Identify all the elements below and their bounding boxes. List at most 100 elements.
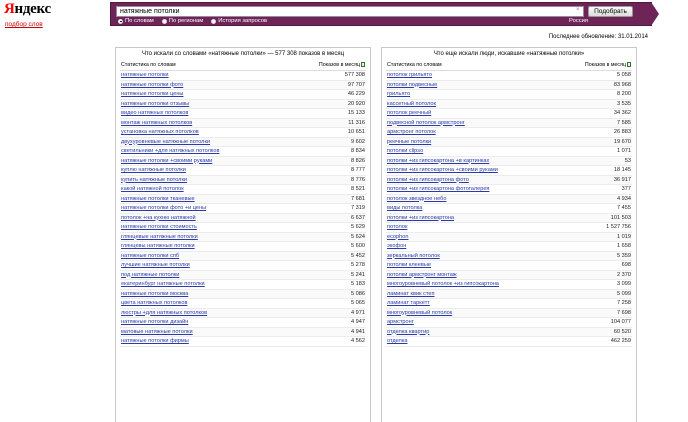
export-icon[interactable] — [627, 62, 631, 67]
keyword-link[interactable]: зеркальный потолок — [387, 252, 440, 261]
keyword-link[interactable]: натяжные потолки тканевые — [121, 195, 195, 204]
radio-by-words[interactable]: По словам — [118, 18, 154, 24]
keyword-link[interactable]: натяжные потолки цены — [121, 90, 183, 99]
keyword-link[interactable]: двухуровневые натяжные потолки — [121, 138, 210, 147]
keyword-link[interactable]: отделка — [387, 337, 408, 346]
keyword-link[interactable]: куплю натяжные потолки — [121, 166, 186, 175]
keyword-link[interactable]: армстронг потолок — [387, 128, 436, 137]
impressions-count: 5 452 — [351, 252, 365, 259]
keyword-link[interactable]: видео натяжных потолков — [121, 109, 188, 118]
panel-title: Что искали со словами «натяжные потолки»… — [141, 51, 345, 57]
keyword-link[interactable]: натяжные потолки отзывы — [121, 100, 189, 109]
keyword-link[interactable]: натяжные потолки +своими руками — [121, 157, 212, 166]
impressions-count: 7 698 — [617, 309, 631, 316]
keyword-link[interactable]: потолки +из гипсокартона — [387, 214, 454, 223]
keyword-link[interactable]: многоуровневый потолок +из гипсокартона — [387, 280, 499, 289]
table-row: потолок звездное небо 4 934 — [386, 194, 632, 204]
search-input[interactable]: натяжные потолки — [116, 6, 584, 17]
service-name-link[interactable]: подбор слов — [5, 21, 43, 28]
table-row: лучшие натяжные потолки 5 278 — [120, 261, 366, 271]
table-row: натяжные потолки москва 5 086 — [120, 289, 366, 299]
impressions-count: 8 776 — [351, 176, 365, 183]
keyword-link[interactable]: лучшие натяжные потолки — [121, 261, 190, 270]
keyword-link[interactable]: виды потолка — [387, 204, 422, 213]
keyword-link[interactable]: глянцевы натяжные потолки — [121, 242, 195, 251]
keyword-link[interactable]: потолки +из гипсокартона фото — [387, 176, 469, 185]
radio-by-regions[interactable]: По регионам — [161, 18, 203, 24]
keyword-link[interactable]: натяжные потолки — [121, 71, 169, 80]
keyword-link[interactable]: матовые натяжные потолки — [121, 328, 193, 337]
keyword-link[interactable]: реечные потолки — [387, 138, 431, 147]
keyword-link[interactable]: натяжные потолки спб — [121, 252, 179, 261]
keyword-link[interactable]: натяжные потолки фирмы — [121, 337, 189, 346]
keyword-link[interactable]: потолки клеевые — [387, 261, 431, 270]
keyword-link[interactable]: подвесной потолок армстронг — [387, 119, 465, 128]
table-row: армстронг 104 077 — [386, 318, 632, 328]
impressions-count: 1 071 — [617, 148, 631, 154]
keyword-link[interactable]: экофон — [387, 242, 406, 251]
keyword-link[interactable]: натяжные потолки фото — [121, 81, 183, 90]
keyword-link[interactable]: многоуровневый потолок — [387, 309, 452, 318]
submit-button[interactable]: Подобрать — [588, 6, 633, 17]
radio-checked-icon[interactable] — [118, 18, 123, 24]
keyword-link[interactable]: потолок реечный — [387, 109, 431, 118]
table-row: натяжные потолки цены 46 229 — [120, 90, 366, 100]
keyword-link[interactable]: монтаж натяжных потолков — [121, 119, 192, 128]
table-row: потолки +из гипсокартона +в картинках 53 — [386, 156, 632, 166]
keyword-link[interactable]: ламинат квик степ — [387, 290, 435, 299]
keyword-link[interactable]: ecophon — [387, 233, 408, 242]
keyword-link[interactable]: натяжные потолки москва — [121, 290, 188, 299]
export-icon[interactable] — [361, 62, 365, 67]
table-row: натяжные потолки +своими руками 8 826 — [120, 156, 366, 166]
keyword-link[interactable]: кассетный потолок — [387, 100, 436, 109]
table-row: натяжные потолки 577 308 — [120, 71, 366, 81]
keyword-link[interactable]: потолки +из гипсокартона фотогалерея — [387, 185, 489, 194]
keyword-link[interactable]: потолки армстронг монтаж — [387, 271, 457, 280]
keyword-link[interactable]: ламинат таркетт — [387, 299, 430, 308]
table-row: грильято 8 200 — [386, 90, 632, 100]
keyword-link[interactable]: екатеринбург натяжные потолки — [121, 280, 205, 289]
impressions-count: 8 777 — [351, 167, 365, 173]
keyword-link[interactable]: потолки подвесные — [387, 81, 437, 90]
keyword-link[interactable]: цвета натяжных потолков — [121, 299, 187, 308]
table-row: потолки +из гипсокартона 101 503 — [386, 213, 632, 223]
impressions-count: 1 019 — [617, 233, 631, 240]
keyword-link[interactable]: натяжные потолки фото +и цены — [121, 204, 206, 213]
impressions-count: 5 624 — [351, 233, 365, 240]
table-row: виды потолка 7 455 — [386, 204, 632, 214]
region-link[interactable]: Россия — [569, 18, 588, 24]
keyword-link[interactable]: натяжные потолки дизайн — [121, 318, 188, 327]
keyword-link[interactable]: потолок грильято — [387, 71, 432, 80]
keyword-link[interactable]: отделка квартир — [387, 328, 429, 337]
table-row: натяжные потолки тканевые 7 681 — [120, 194, 366, 204]
yandex-logo[interactable]: Яндекс — [4, 1, 51, 18]
impressions-count: 60 520 — [613, 328, 631, 335]
clear-icon[interactable]: × — [576, 7, 580, 13]
keyword-link[interactable]: глянцевые натяжные потолки — [121, 233, 198, 242]
keyword-link[interactable]: потолки +из гипсокартона +в картинках — [387, 157, 489, 166]
keyword-link[interactable]: установка натяжных потолков — [121, 128, 199, 137]
keyword-link[interactable]: купить натяжные потолки — [121, 176, 187, 185]
keyword-link[interactable]: армстронг — [387, 318, 414, 327]
radio-history[interactable]: История запросов — [211, 18, 267, 24]
table-row: под натяжные потолки 5 241 — [120, 270, 366, 280]
impressions-count: 462 259 — [610, 338, 631, 344]
keyword-link[interactable]: потолок — [387, 223, 407, 232]
keyword-link[interactable]: светильники +для натяжных потолков — [121, 147, 219, 156]
table-row: натяжные потолки отзывы 20 920 — [120, 99, 366, 109]
keyword-link[interactable]: люстры +для натяжных потолков — [121, 309, 207, 318]
keyword-link[interactable]: потолок +на кухню натяжной — [121, 214, 196, 223]
keyword-link[interactable]: под натяжные потолки — [121, 271, 179, 280]
keyword-link[interactable]: потолок звездное небо — [387, 195, 446, 204]
panel-also-searched: Что еще искали люди, искавшие «натяжные … — [381, 47, 637, 422]
table-row: реечные потолки 19 670 — [386, 137, 632, 147]
keyword-link[interactable]: потолки +из гипсокартона +своими руками — [387, 166, 498, 175]
keyword-link[interactable]: какой натяжной потолок — [121, 185, 184, 194]
results-table: натяжные потолки 577 308 натяжные потолки … — [120, 71, 366, 347]
radio-unchecked-icon[interactable] — [161, 18, 167, 24]
keyword-link[interactable]: грильято — [387, 90, 410, 99]
keyword-link[interactable]: потолки clipso — [387, 147, 423, 156]
impressions-count: 53 — [624, 157, 631, 164]
keyword-link[interactable]: натяжные потолки стоимость — [121, 223, 197, 232]
radio-unchecked-icon[interactable] — [211, 18, 217, 24]
